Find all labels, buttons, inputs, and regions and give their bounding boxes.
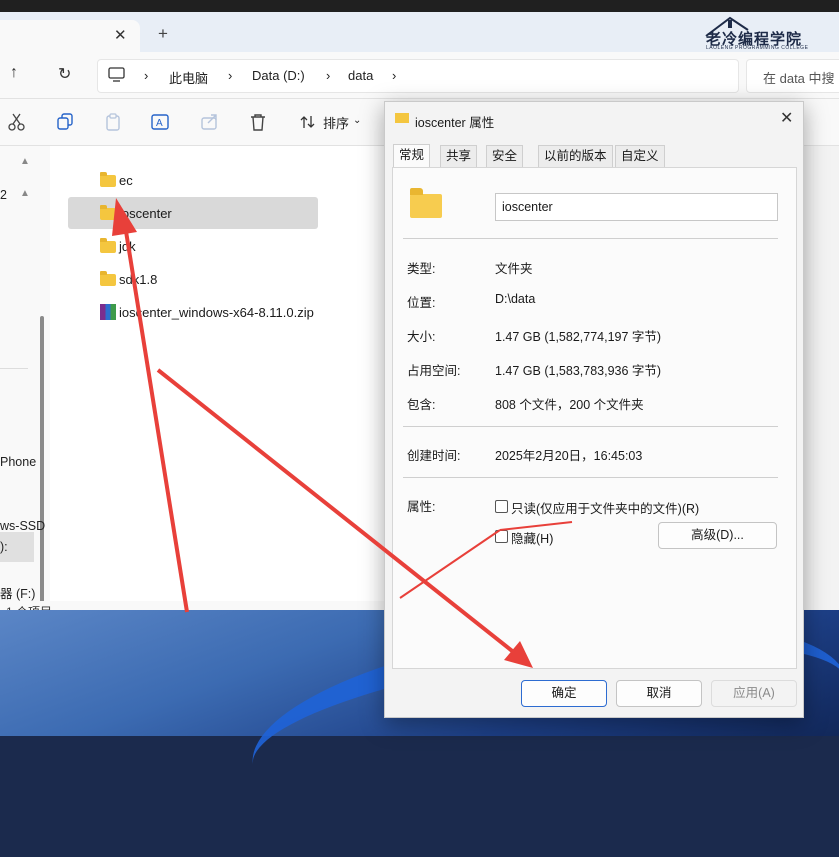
sidebar-item-ssd[interactable]: ws-SSD [0,519,45,533]
folder-name-field[interactable]: ioscenter [495,193,778,221]
breadcrumb-this-pc[interactable]: 此电脑 [169,68,208,87]
zip-archive-icon [100,304,116,320]
sidebar-item-iphone[interactable]: Phone [0,455,36,469]
paste-icon[interactable] [105,113,123,131]
file-name: jdk [119,239,136,254]
general-panel: ioscenter 类型: 文件夹 位置: D:\data 大小: 1.47 G… [392,167,797,669]
folder-icon [100,172,116,187]
sidebar-scrollbar[interactable] [40,316,44,616]
pin-icon: ▲ [20,156,30,167]
list-item[interactable]: sdk1.8 [68,263,318,295]
monitor-icon [108,67,125,82]
explorer-tab[interactable]: ✕ [0,20,140,52]
up-button[interactable]: ↑ [10,64,18,82]
file-name: ioscenter_windows-x64-8.11.0.zip [119,305,314,320]
folder-icon [410,188,442,218]
search-input[interactable]: 在 data 中搜 [746,59,839,93]
folder-icon [100,238,116,253]
copy-icon[interactable] [57,113,75,131]
properties-dialog: ioscenter 属性 ✕ 常规 共享 安全 以前的版本 自定义 ioscen… [384,101,804,718]
list-item[interactable]: ioscenter_windows-x64-8.11.0.zip [68,296,318,328]
rename-icon[interactable]: A [151,113,171,131]
readonly-checkbox[interactable] [495,500,508,513]
folder-icon [100,205,116,220]
contains-value: 808 个文件，200 个文件夹 [495,398,644,412]
svg-text:A: A [156,118,163,129]
sidebar-item-device[interactable]: 器 (F:) [0,583,35,602]
address-bar-row: ↑ ↻ › 此电脑 › Data (D:) › data › 在 data 中搜 [0,52,839,99]
divider [403,238,778,239]
file-name: sdk1.8 [119,272,158,287]
file-list: ec ioscenter jdk sdk1.8 ioscenter_window… [50,146,384,601]
logo-subtext: LAOLENG PROGRAMMING COLLEGE [706,45,809,51]
breadcrumb[interactable]: › 此电脑 › Data (D:) › data › [97,59,739,93]
tab-sharing[interactable]: 共享 [440,145,478,167]
sidebar-divider [0,368,28,369]
close-button[interactable]: ✕ [780,108,793,128]
watermark-logo: 老冷编程学院 LAOLENG PROGRAMMING COLLEGE [700,16,836,52]
type-value: 文件夹 [495,262,533,276]
location-value: D:\data [495,292,536,306]
navigation-pane: ▲ 2 ▲ Phone ws-SSD ): 器 (F:) [0,146,50,616]
dialog-title: ioscenter 属性 [415,116,495,130]
location-label: 位置: [407,296,436,310]
tab-row: ✕ + 老冷编程学院 LAOLENG PROGRAMMING COLLEGE [0,12,839,52]
sort-chevron-icon[interactable]: ⌄ [353,115,361,126]
size-value: 1.47 GB (1,582,774,197 字节) [495,330,662,344]
readonly-label[interactable]: 只读(仅应用于文件夹中的文件)(R) [511,498,699,517]
divider [403,426,778,427]
pin-icon: ▲ [20,188,30,199]
tab-security[interactable]: 安全 [486,145,524,167]
search-placeholder: 在 data 中搜 [763,71,835,86]
hidden-checkbox[interactable] [495,530,508,543]
breadcrumb-folder[interactable]: data [348,68,373,83]
new-tab-button[interactable]: + [158,24,168,44]
sidebar-item-selected[interactable]: ): [0,532,34,562]
advanced-button[interactable]: 高级(D)... [658,522,777,549]
size-label: 大小: [407,330,436,344]
list-item-selected[interactable]: ioscenter [68,197,318,229]
hidden-label[interactable]: 隐藏(H) [511,528,553,547]
sidebar-item-label: ): [0,540,8,554]
list-item[interactable]: ec [68,164,318,196]
breadcrumb-sep: › [144,68,149,83]
cut-icon[interactable] [8,113,26,131]
breadcrumb-sep: › [392,68,397,83]
folder-icon [395,113,409,123]
breadcrumb-sep: › [228,68,233,83]
sort-label[interactable]: 排序 [323,113,349,132]
share-icon[interactable] [201,113,219,131]
contains-label: 包含: [407,398,436,412]
breadcrumb-drive[interactable]: Data (D:) [252,68,305,83]
dialog-titlebar: ioscenter 属性 ✕ [385,102,803,134]
delete-icon[interactable] [249,113,267,131]
divider [403,477,778,478]
tab-general[interactable]: 常规 [393,144,431,168]
file-name: ec [119,173,133,188]
disk-size-value: 1.47 GB (1,583,783,936 字节) [495,364,662,378]
sort-icon[interactable] [300,115,316,129]
apply-button[interactable]: 应用(A) [711,680,797,707]
top-strip [0,0,839,12]
tab-previous-versions[interactable]: 以前的版本 [538,145,613,167]
list-item[interactable]: jdk [68,230,318,262]
file-name: ioscenter [119,206,172,221]
refresh-button[interactable]: ↻ [58,64,71,84]
tab-customize[interactable]: 自定义 [615,145,665,167]
close-tab-icon[interactable]: ✕ [114,26,127,44]
breadcrumb-sep: › [326,68,331,83]
created-label: 创建时间: [407,449,461,463]
created-value: 2025年2月20日，16:45:03 [495,449,643,463]
cancel-button[interactable]: 取消 [616,680,702,707]
sidebar-item-2[interactable]: 2 [0,188,7,202]
disk-size-label: 占用空间: [407,364,461,378]
attributes-label: 属性: [407,500,436,514]
folder-icon [100,271,116,286]
ok-button[interactable]: 确定 [521,680,607,707]
type-label: 类型: [407,262,436,276]
